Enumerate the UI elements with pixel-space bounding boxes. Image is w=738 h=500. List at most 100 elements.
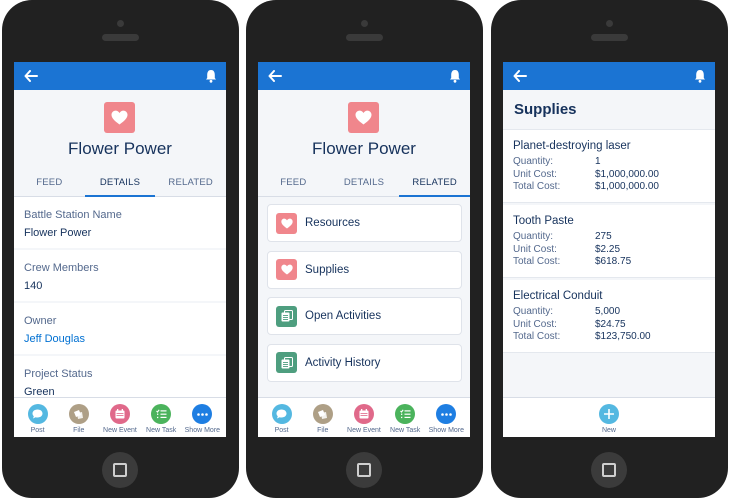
row-value: $1,000,000.00 (595, 168, 659, 180)
screen-details: Flower Power FEED DETAILS RELATED Battle… (14, 62, 226, 437)
action-label: Post (274, 427, 289, 434)
more-dots-icon (441, 412, 452, 416)
total-cost-row: Total Cost: $618.75 (513, 256, 705, 269)
record-icon (348, 102, 379, 133)
field-value: Flower Power (24, 227, 92, 239)
action-label: Show More (428, 427, 465, 434)
heart-icon (355, 110, 372, 125)
action-new-task[interactable]: New Task (385, 398, 425, 437)
phone-camera (117, 20, 124, 27)
action-file[interactable]: File (59, 398, 99, 437)
supply-item[interactable]: Planet-destroying laser Quantity: 1 Unit … (503, 130, 715, 203)
supply-item[interactable]: Tooth Paste Quantity: 275 Unit Cost: $2.25… (503, 205, 715, 278)
action-new[interactable]: New (589, 398, 629, 437)
row-label: Total Cost: (513, 331, 561, 342)
row-label: Total Cost: (513, 181, 561, 192)
bell-icon[interactable] (205, 69, 217, 83)
row-label: Unit Cost: (513, 318, 557, 330)
app-header (503, 62, 715, 90)
action-label: File (73, 427, 85, 434)
app-header (258, 62, 470, 90)
related-list-activity-history[interactable]: Activity History (267, 343, 462, 382)
row-value: $1,000,000.00 (595, 181, 659, 192)
more-dots-icon (197, 412, 208, 416)
field-label: Owner (24, 315, 57, 327)
owner-link[interactable]: Jeff Douglas (24, 332, 216, 346)
related-list-icon (276, 305, 297, 327)
action-post[interactable]: Post (262, 398, 302, 437)
phone-speaker (102, 34, 139, 41)
details-field-list: Battle Station Name Flower Power Crew Me… (14, 197, 226, 409)
tab-feed[interactable]: FEED (258, 172, 329, 196)
action-new-event[interactable]: New Event (344, 398, 384, 437)
supply-item[interactable]: Electrical Conduit Quantity: 5,000 Unit C… (503, 280, 715, 353)
row-value: 5,000 (595, 306, 621, 317)
related-list-supplies[interactable]: Supplies (267, 250, 462, 289)
action-new-task[interactable]: New Task (141, 398, 181, 437)
tab-related[interactable]: RELATED (155, 172, 226, 196)
file-icon (74, 409, 84, 419)
supplies-list: Planet-destroying laser Quantity: 1 Unit … (503, 130, 715, 355)
action-bar: New (503, 397, 715, 437)
heart-icon (111, 110, 128, 125)
tab-related[interactable]: RELATED (399, 172, 470, 197)
action-post[interactable]: Post (18, 398, 58, 437)
row-label: Unit Cost: (513, 243, 557, 255)
action-label: File (317, 427, 329, 434)
field-label: Crew Members (24, 262, 99, 274)
tab-details[interactable]: DETAILS (84, 172, 156, 197)
action-label: Show More (184, 427, 221, 434)
row-label: Quantity: (513, 156, 554, 167)
arrow-left-icon[interactable] (24, 70, 38, 82)
phone-camera (361, 20, 368, 27)
action-icon-circle (312, 404, 333, 424)
related-list-resources[interactable]: Resources (267, 204, 462, 242)
unit-cost-row: Unit Cost: $24.75 (513, 319, 705, 332)
quantity-row: Quantity: 1 (513, 156, 705, 169)
row-label: Total Cost: (513, 256, 561, 267)
related-list-label: Open Activities (305, 310, 382, 322)
bell-icon[interactable] (694, 69, 706, 83)
action-icon-circle (27, 404, 48, 424)
action-show-more[interactable]: Show More (182, 398, 222, 437)
related-list-icon (276, 352, 297, 373)
action-label: New Task (146, 427, 177, 434)
action-icon-circle (109, 404, 130, 424)
bell-icon[interactable] (449, 69, 461, 83)
unit-cost-row: Unit Cost: $1,000,000.00 (513, 169, 705, 182)
file-icon (318, 409, 328, 419)
home-button[interactable] (591, 452, 627, 488)
tab-details[interactable]: DETAILS (329, 172, 400, 196)
action-show-more[interactable]: Show More (426, 398, 466, 437)
heart-icon (280, 264, 293, 275)
action-file[interactable]: File (303, 398, 343, 437)
supply-name: Tooth Paste (513, 215, 574, 227)
tab-feed[interactable]: FEED (14, 172, 85, 196)
related-list-icon (276, 259, 297, 280)
phone-speaker (591, 34, 628, 41)
chat-bubble-icon (32, 409, 43, 419)
field-crew-members: Crew Members 140 (14, 250, 226, 301)
row-value: $2.25 (595, 243, 621, 255)
phone-speaker (346, 34, 383, 41)
row-label: Quantity: (513, 231, 554, 242)
activities-icon (281, 356, 293, 368)
home-button[interactable] (346, 452, 382, 488)
page-title: Supplies (503, 90, 715, 130)
arrow-left-icon[interactable] (268, 70, 282, 82)
action-bar: Post File New Event New Task Show More (258, 397, 470, 437)
action-new-event[interactable]: New Event (100, 398, 140, 437)
related-lists: Resources Supplies Open Activities Activ… (267, 204, 462, 390)
related-list-label: Resources (305, 217, 360, 229)
row-value: 275 (595, 231, 612, 242)
record-title: Flower Power (312, 139, 416, 158)
chat-bubble-icon (276, 409, 287, 419)
home-button[interactable] (102, 452, 138, 488)
related-list-label: Supplies (305, 263, 350, 276)
field-battle-station-name: Battle Station Name Flower Power (14, 197, 226, 248)
arrow-left-icon[interactable] (513, 70, 527, 82)
related-list-open-activities[interactable]: Open Activities (267, 297, 462, 335)
home-square-icon (113, 463, 127, 477)
action-icon-circle (192, 404, 213, 424)
related-list-icon (276, 212, 297, 234)
